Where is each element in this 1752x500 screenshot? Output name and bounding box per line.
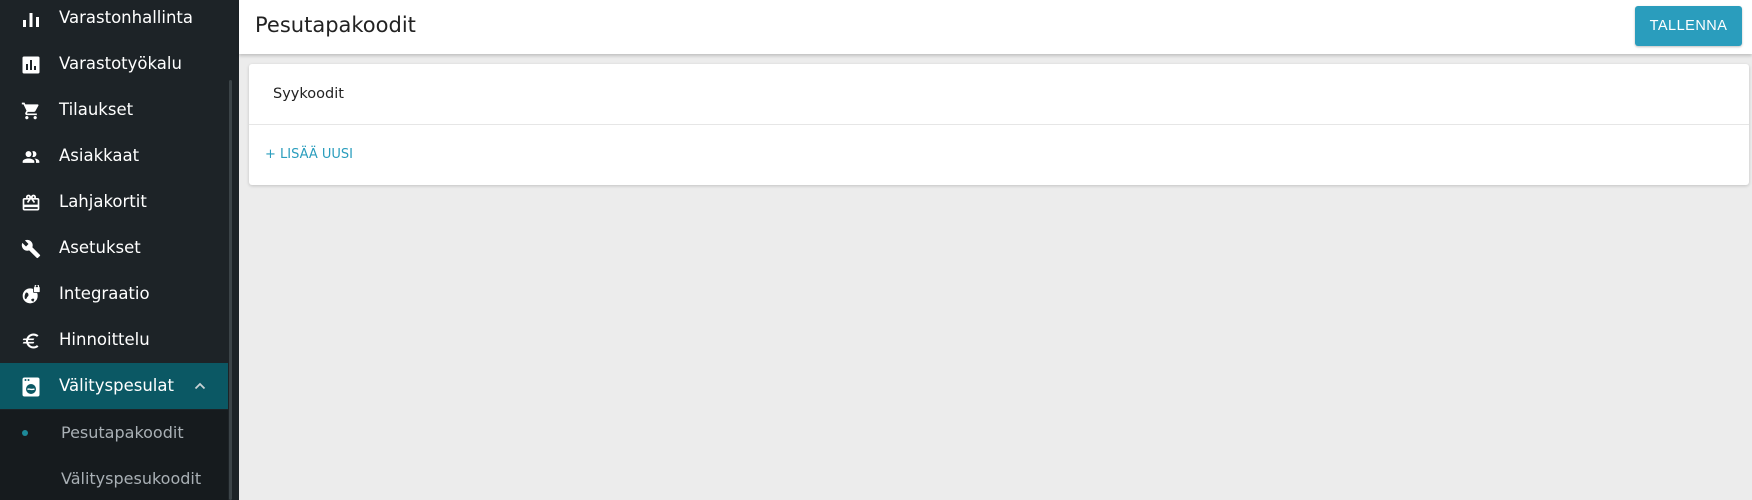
cart-icon (20, 100, 42, 122)
save-button[interactable]: TALLENNA (1635, 6, 1742, 46)
sidebar-item-hinnoittelu[interactable]: Hinnoittelu (0, 317, 228, 363)
sidebar-scrollbar[interactable] (228, 0, 239, 500)
sidebar-submenu: Pesutapakoodit Välityspesukoodit (0, 410, 228, 500)
washing-machine-icon (20, 376, 42, 398)
globe-lock-icon (20, 284, 42, 306)
sidebar-item-varastonhallinta[interactable]: Varastonhallinta (0, 0, 228, 41)
page-title: Pesutapakoodit (255, 13, 416, 37)
sidebar-item-tilaukset[interactable]: Tilaukset (0, 87, 228, 133)
chart-box-icon (20, 54, 42, 76)
sidebar-item-lahjakortit[interactable]: Lahjakortit (0, 179, 228, 225)
people-icon (20, 146, 42, 168)
sidebar-subitem-label: Välityspesukoodit (61, 469, 202, 488)
active-dot-icon (22, 430, 28, 436)
sidebar-subitem-pesutapakoodit[interactable]: Pesutapakoodit (0, 410, 228, 456)
euro-icon (20, 330, 42, 352)
sidebar-item-integraatio[interactable]: Integraatio (0, 271, 228, 317)
sidebar-item-label: Varastonhallinta (59, 8, 193, 27)
sidebar-item-asetukset[interactable]: Asetukset (0, 225, 228, 271)
sidebar-item-varastotyokalu[interactable]: Varastotyökalu (0, 41, 228, 87)
sidebar-item-label: Tilaukset (59, 100, 134, 119)
sidebar-subitem-valityspesukoodit[interactable]: Välityspesukoodit (0, 456, 228, 500)
sidebar-subitem-label: Pesutapakoodit (61, 423, 184, 442)
top-bar: Pesutapakoodit TALLENNA (239, 0, 1752, 54)
sidebar-item-label: Integraatio (59, 284, 150, 303)
sidebar-item-label: Välityspesulat (59, 376, 174, 395)
reason-codes-card: Syykoodit + LISÄÄ UUSI (249, 64, 1749, 185)
sidebar-nav: Varastonhallinta Varastotyökalu Tilaukse… (0, 0, 228, 500)
add-new-button[interactable]: + LISÄÄ UUSI (265, 147, 353, 162)
wrench-icon (20, 238, 42, 260)
card-title: Syykoodit (273, 86, 344, 102)
bar-chart-icon (20, 8, 42, 30)
sidebar-item-label: Varastotyökalu (59, 54, 182, 73)
sidebar-item-label: Hinnoittelu (59, 330, 150, 349)
sidebar: Varastonhallinta Varastotyökalu Tilaukse… (0, 0, 239, 500)
chevron-up-icon[interactable] (191, 377, 209, 395)
sidebar-item-label: Lahjakortit (59, 192, 147, 211)
scrollbar-thumb[interactable] (229, 80, 232, 500)
gift-card-icon (20, 192, 42, 214)
sidebar-item-label: Asiakkaat (59, 146, 140, 165)
divider (249, 124, 1749, 125)
sidebar-item-asiakkaat[interactable]: Asiakkaat (0, 133, 228, 179)
sidebar-item-label: Asetukset (59, 238, 141, 257)
sidebar-item-valityspesulat[interactable]: Välityspesulat (0, 363, 228, 409)
